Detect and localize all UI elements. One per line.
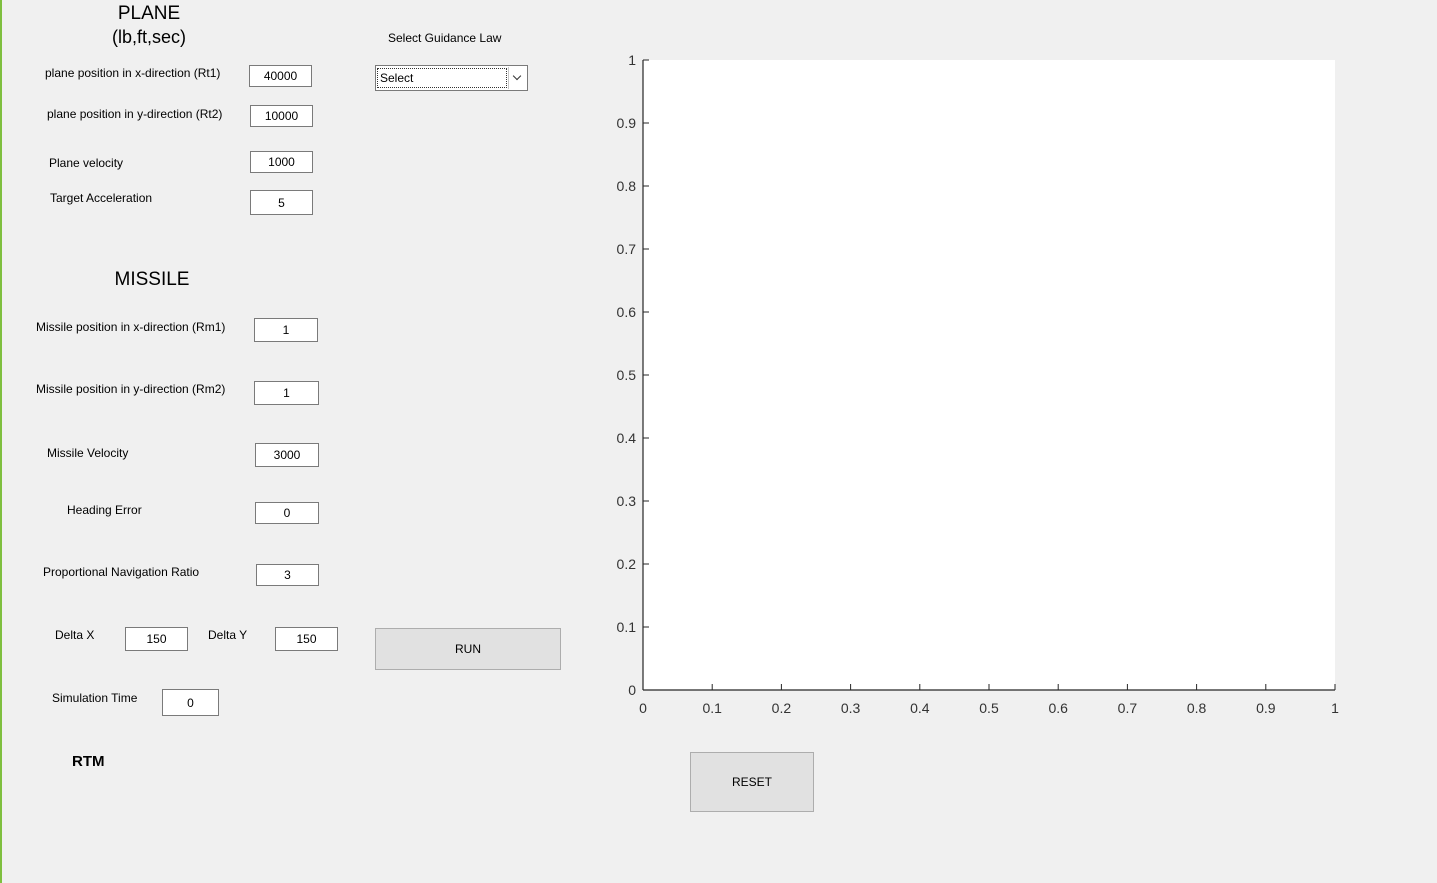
plane-units: (lb,ft,sec)	[111, 27, 186, 47]
y-tick-label: 0.7	[617, 241, 637, 257]
pn-ratio-input[interactable]	[256, 564, 319, 586]
guidance-law-select[interactable]: Select	[375, 65, 528, 91]
plane-velocity-input[interactable]	[250, 151, 313, 173]
missile-velocity-label: Missile Velocity	[47, 446, 129, 460]
y-tick-label: 1	[628, 52, 636, 68]
x-tick-label: 0.6	[1048, 700, 1068, 716]
target-accel-label: Target Acceleration	[50, 191, 153, 205]
rtm-label: RTM	[72, 753, 105, 770]
y-tick-label: 0	[628, 682, 636, 698]
heading-error-input[interactable]	[255, 502, 319, 524]
x-tick-label: 0	[639, 700, 647, 716]
y-tick-label: 0.3	[617, 493, 637, 509]
delta-y-input[interactable]	[275, 627, 338, 651]
rm1-label: Missile position in x-direction (Rm1)	[36, 320, 226, 334]
rm2-input[interactable]	[254, 381, 319, 405]
simulation-time-label: Simulation Time	[52, 691, 138, 705]
rm2-label: Missile position in y-direction (Rm2)	[36, 382, 226, 396]
x-tick-label: 0.3	[841, 700, 861, 716]
delta-x-input[interactable]	[125, 627, 188, 651]
x-tick-label: 0.1	[702, 700, 722, 716]
plot-area	[643, 60, 1335, 690]
x-tick-label: 0.4	[910, 700, 930, 716]
target-accel-input[interactable]	[250, 190, 313, 215]
simulation-time-input[interactable]	[162, 689, 219, 716]
missile-velocity-input[interactable]	[255, 443, 319, 467]
delta-y-label: Delta Y	[208, 628, 248, 642]
plane-velocity-label: Plane velocity	[49, 156, 124, 170]
pn-ratio-label: Proportional Navigation Ratio	[43, 565, 200, 579]
rt1-input[interactable]	[249, 65, 312, 87]
x-tick-label: 0.9	[1256, 700, 1276, 716]
x-tick-label: 0.2	[772, 700, 792, 716]
reset-button[interactable]: RESET	[690, 752, 814, 812]
rt2-input[interactable]	[250, 105, 313, 127]
heading-error-label: Heading Error	[67, 503, 142, 517]
y-tick-label: 0.1	[617, 619, 637, 635]
x-tick-label: 0.8	[1187, 700, 1207, 716]
y-tick-label: 0.9	[617, 115, 637, 131]
guidance-label: Select Guidance Law	[388, 31, 502, 45]
x-tick-label: 0.7	[1118, 700, 1138, 716]
window-left-border	[0, 0, 2, 883]
rm1-input[interactable]	[254, 318, 318, 342]
chevron-down-icon[interactable]	[508, 67, 526, 89]
x-tick-label: 1	[1331, 700, 1339, 716]
delta-x-label: Delta X	[55, 628, 95, 642]
guidance-selected-value: Select	[377, 68, 507, 88]
trajectory-chart: 0 0.1 0.2 0.3 0.4 0.5 0.6 0.7 0.8 0.9 1 0 0.1 0.2 0.3 0…	[617, 52, 1340, 716]
rt1-label: plane position in x-direction (Rt1)	[45, 66, 221, 80]
x-tick-label: 0.5	[979, 700, 999, 716]
rt2-label: plane position in y-direction (Rt2)	[47, 107, 223, 121]
plane-title: PLANE	[117, 3, 181, 24]
y-tick-label: 0.2	[617, 556, 637, 572]
y-tick-label: 0.5	[617, 367, 637, 383]
missile-title: MISSILE	[114, 269, 190, 290]
y-tick-label: 0.8	[617, 178, 637, 194]
y-tick-label: 0.6	[617, 304, 637, 320]
run-button[interactable]: RUN	[375, 628, 561, 670]
y-tick-label: 0.4	[617, 430, 637, 446]
